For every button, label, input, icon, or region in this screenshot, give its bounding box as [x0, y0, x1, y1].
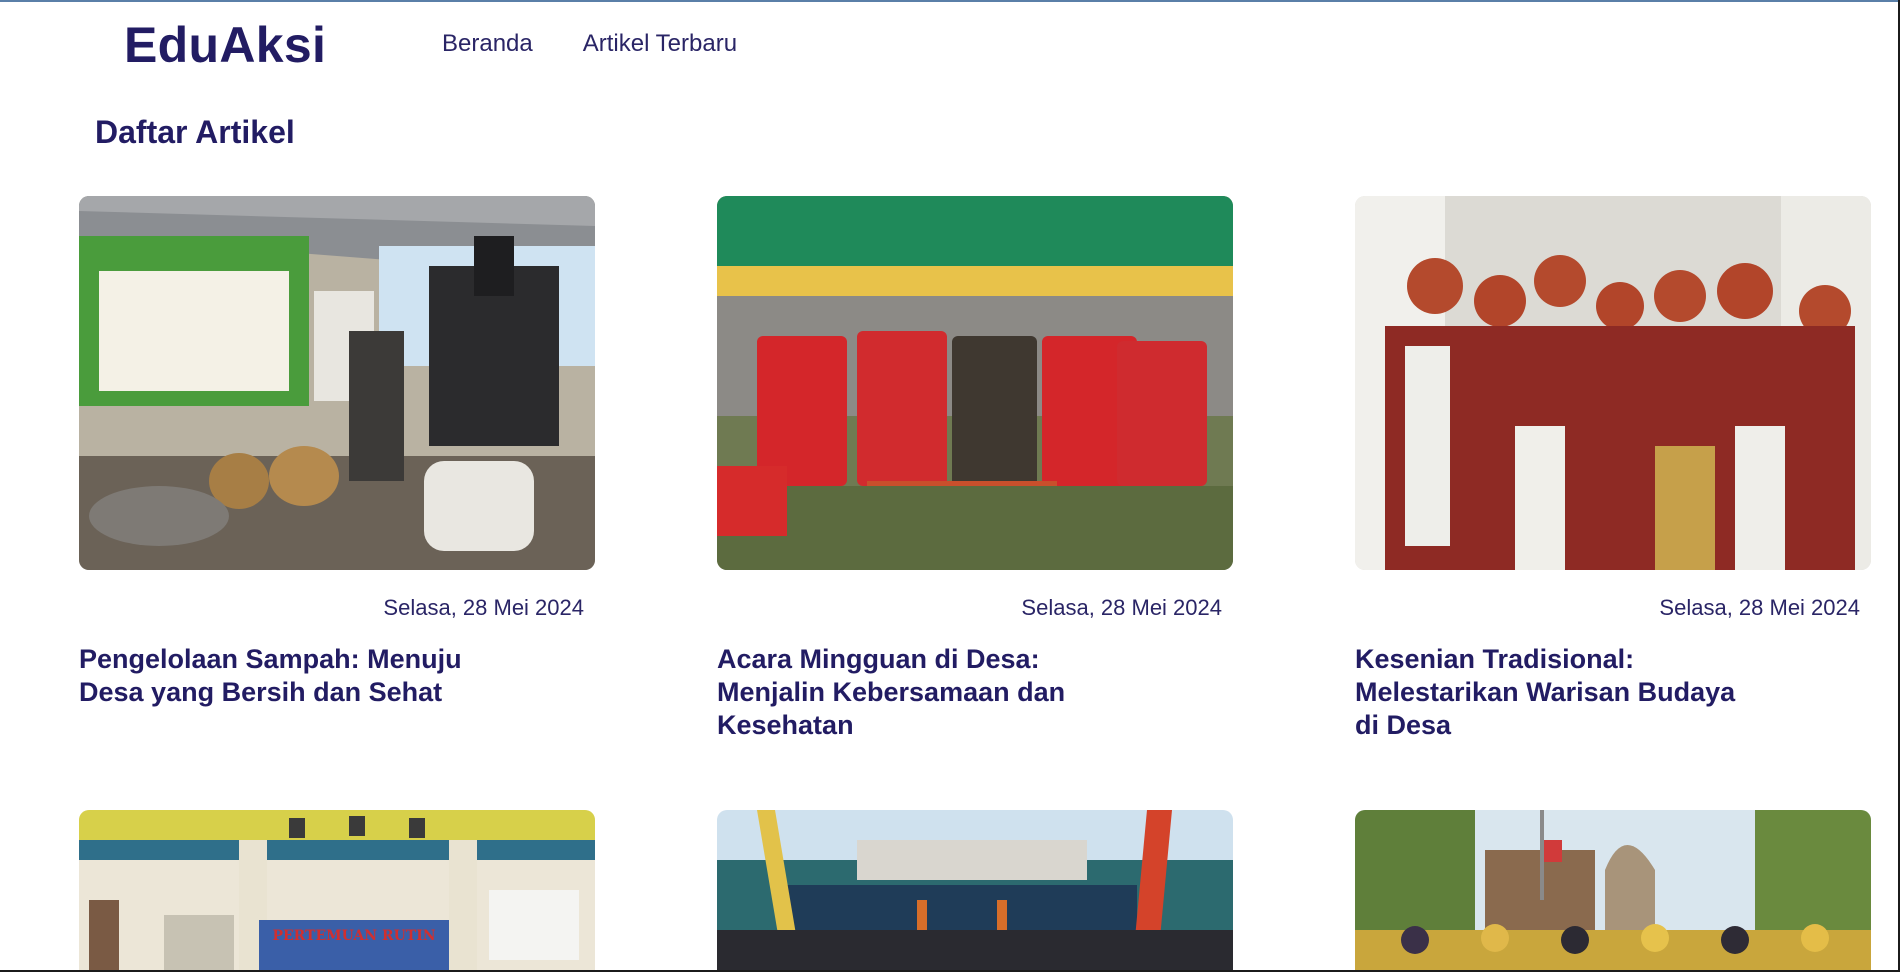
article-thumbnail[interactable] [717, 196, 1233, 570]
article-thumbnail[interactable] [717, 810, 1233, 970]
article-date: Selasa, 28 Mei 2024 [1659, 595, 1860, 620]
article-card [717, 810, 1233, 970]
article-thumbnail[interactable] [1355, 810, 1871, 970]
article-card: Selasa, 28 Mei 2024 Pengelolaan Sampah: … [79, 196, 595, 709]
article-image-festival [1355, 810, 1871, 970]
article-image-waste [79, 196, 595, 570]
article-thumbnail[interactable]: PERTEMUAN RUTIN [79, 810, 595, 970]
article-card [1355, 810, 1871, 970]
article-title[interactable]: Kesenian Tradisional: Melestarikan Waris… [1355, 643, 1755, 742]
article-card: Selasa, 28 Mei 2024 Acara Mingguan di De… [717, 196, 1233, 742]
article-image-weekly-event [717, 196, 1233, 570]
article-title[interactable]: Pengelolaan Sampah: Menuju Desa yang Ber… [79, 643, 479, 709]
article-image-traditional-art [1355, 196, 1871, 570]
article-grid: Selasa, 28 Mei 2024 Pengelolaan Sampah: … [0, 0, 1900, 972]
article-card: Selasa, 28 Mei 2024 Kesenian Tradisional… [1355, 196, 1871, 742]
article-date: Selasa, 28 Mei 2024 [383, 595, 584, 620]
article-title[interactable]: Acara Mingguan di Desa: Menjalin Kebersa… [717, 643, 1117, 742]
article-date: Selasa, 28 Mei 2024 [1021, 595, 1222, 620]
banner-text: PERTEMUAN RUTIN [272, 928, 435, 944]
article-image-market [717, 810, 1233, 970]
article-image-meeting: PERTEMUAN RUTIN [79, 810, 595, 970]
article-thumbnail[interactable] [1355, 196, 1871, 570]
article-thumbnail[interactable] [79, 196, 595, 570]
article-card: PERTEMUAN RUTIN [79, 810, 595, 970]
page: EduAksi Beranda Artikel Terbaru Daftar A… [0, 0, 1900, 972]
